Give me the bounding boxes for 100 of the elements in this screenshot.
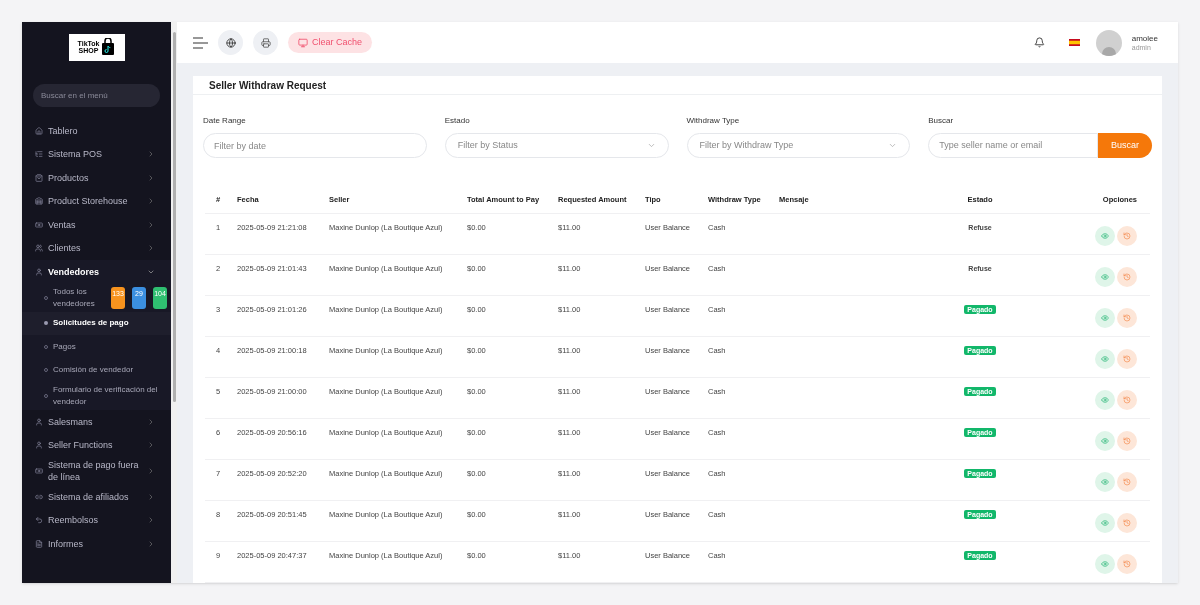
print-button[interactable]: [253, 30, 278, 55]
card-title: Seller Withdraw Request: [209, 78, 327, 93]
sidebar-item[interactable]: Clientes: [22, 236, 171, 260]
history-button[interactable]: [1117, 308, 1137, 328]
history-icon: [1123, 519, 1131, 527]
user-name: amolee: [1131, 33, 1158, 43]
notification-bell-icon[interactable]: [1033, 37, 1045, 48]
chevron-right-icon: [147, 173, 155, 182]
spain-flag-icon[interactable]: [1068, 39, 1080, 46]
chevron-right-icon: [147, 516, 155, 525]
undo-icon: [35, 516, 43, 525]
history-button[interactable]: [1117, 513, 1137, 533]
eye-icon: [1101, 396, 1109, 404]
list-icon: [35, 150, 43, 159]
chevron-right-icon: [147, 220, 155, 229]
sidebar-item[interactable]: Sistema de afiliados: [22, 485, 171, 509]
search-field[interactable]: Type seller name or email: [928, 133, 1098, 158]
chevron-right-icon: [147, 492, 155, 501]
menu-icon[interactable]: [193, 36, 208, 49]
history-icon: [1123, 355, 1131, 363]
history-button[interactable]: [1117, 472, 1137, 492]
sidebar-item[interactable]: Reembolsos: [22, 508, 171, 532]
sidebar-item[interactable]: Product Storehouse: [22, 189, 171, 213]
filter-label: Date Range: [203, 115, 247, 127]
language-button[interactable]: [218, 30, 243, 55]
document-icon: [35, 539, 43, 548]
chevron-down-icon: [888, 141, 898, 150]
view-button[interactable]: [1095, 513, 1115, 533]
link-icon: [35, 492, 43, 501]
submenu-item[interactable]: Comisión de vendedor: [22, 358, 171, 382]
shopping-bag-icon: [101, 38, 116, 56]
cash-icon: [35, 220, 43, 229]
home-icon: [35, 126, 43, 135]
bag-icon: [35, 173, 43, 182]
sidebar-item[interactable]: Ventas: [22, 213, 171, 237]
history-icon: [1123, 396, 1131, 404]
sidebar-item[interactable]: Tablero: [22, 119, 171, 143]
date-field[interactable]: Filter by date: [203, 133, 427, 158]
chevron-right-icon: [147, 539, 155, 548]
history-icon: [1123, 560, 1131, 568]
storehouse-icon: [35, 197, 43, 206]
users-icon: [35, 244, 43, 253]
chevron-right-icon: [147, 467, 155, 475]
view-button[interactable]: [1095, 472, 1115, 492]
history-icon: [1123, 478, 1131, 486]
submenu-item[interactable]: Solicitudes de pago: [22, 311, 171, 335]
history-button[interactable]: [1117, 554, 1137, 574]
history-button[interactable]: [1117, 349, 1137, 369]
avatar[interactable]: [1095, 29, 1122, 56]
sidebar-item[interactable]: Informes: [22, 532, 171, 556]
chevron-right-icon: [147, 244, 155, 253]
view-button[interactable]: [1095, 554, 1115, 574]
history-icon: [1123, 314, 1131, 322]
globe-icon: [225, 37, 236, 48]
eye-icon: [1101, 314, 1109, 322]
user-icon: [35, 441, 43, 450]
chevron-right-icon: [147, 150, 155, 159]
eye-icon: [1101, 273, 1109, 281]
view-button[interactable]: [1095, 226, 1115, 246]
sidebar-item[interactable]: Vendedores: [22, 260, 171, 284]
submenu-item[interactable]: Pagos: [22, 335, 171, 359]
chevron-down-icon: [646, 141, 656, 150]
sidebar-item[interactable]: Sistema de pago fuera de línea: [22, 457, 171, 485]
eye-icon: [1101, 560, 1109, 568]
cash-icon: [35, 467, 43, 475]
view-button[interactable]: [1095, 308, 1115, 328]
chevron-right-icon: [147, 417, 155, 426]
scrollbar[interactable]: [171, 22, 177, 583]
view-button[interactable]: [1095, 431, 1115, 451]
filter-label: Estado: [444, 115, 471, 127]
eye-icon: [1101, 478, 1109, 486]
sidebar-item[interactable]: Productos: [22, 166, 171, 190]
view-button[interactable]: [1095, 267, 1115, 287]
user-icon: [35, 267, 43, 276]
printer-icon: [260, 37, 271, 48]
history-icon: [1123, 232, 1131, 240]
submenu-item[interactable]: Formulario de verificación del vendedor: [22, 382, 171, 410]
view-button[interactable]: [1095, 390, 1115, 410]
eye-icon: [1101, 232, 1109, 240]
sidebar-item[interactable]: Sistema POS: [22, 142, 171, 166]
filter-label: Buscar: [928, 115, 955, 127]
sidebar-item[interactable]: Seller Functions: [22, 433, 171, 457]
filter-label: Withdraw Type: [686, 115, 741, 127]
user-icon: [35, 417, 43, 426]
chevron-right-icon: [147, 441, 155, 450]
history-button[interactable]: [1117, 226, 1137, 246]
history-icon: [1123, 437, 1131, 445]
history-button[interactable]: [1117, 390, 1137, 410]
menu-search-field[interactable]: Buscar en el menú: [33, 84, 160, 107]
history-button[interactable]: [1117, 431, 1137, 451]
view-button[interactable]: [1095, 349, 1115, 369]
sidebar-item[interactable]: Salesmans: [22, 410, 171, 434]
eye-icon: [1101, 437, 1109, 445]
chevron-right-icon: [147, 197, 155, 206]
eye-icon: [1101, 355, 1109, 363]
eye-icon: [1101, 519, 1109, 527]
bullet-icon: [44, 321, 48, 326]
laptop-icon: [298, 37, 308, 48]
history-icon: [1123, 273, 1131, 281]
history-button[interactable]: [1117, 267, 1137, 287]
